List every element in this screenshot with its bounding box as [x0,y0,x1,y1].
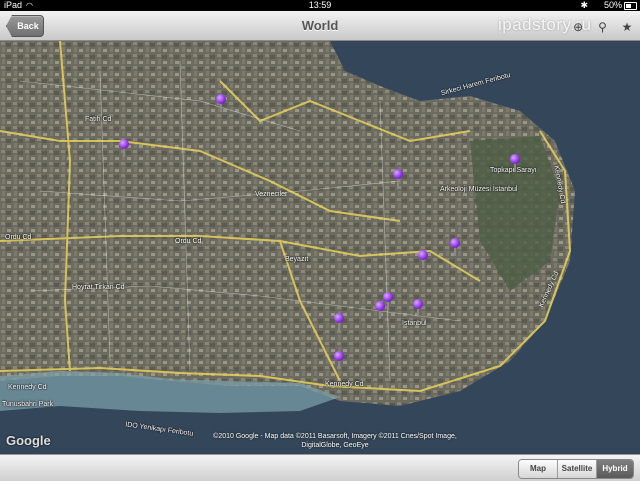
map-view[interactable]: Kennedy Cd Kennedy Cd Kennedy Cd Kennedy… [0,41,640,454]
map-type-hybrid-button[interactable]: Hybrid [597,460,633,478]
battery-icon [624,2,637,10]
map-label: Hoyrat Tirkan Cd [72,284,125,291]
nav-toolbar: ⊕ ⚲ ★ [565,18,634,36]
map-pin[interactable] [413,299,423,317]
map-type-map-button[interactable]: Map [519,460,558,478]
status-time: 13:59 [308,0,332,10]
map-pin[interactable] [393,169,403,187]
map-pin[interactable] [216,94,226,112]
locate-icon[interactable]: ⊕ [571,20,585,34]
map-label: Vezneciler [255,191,288,198]
google-logo: Google [6,433,51,448]
map-label: Arkeoloji Müzesi İstanbul [440,186,518,193]
status-bar: iPad ◠ 13:59 ✱ 50% [0,0,640,11]
map-label: Fatih Cd [85,116,112,123]
satellite-imagery [0,41,640,454]
map-label: İstanbul [402,320,427,327]
map-pin[interactable] [334,351,344,369]
map-type-satellite-button[interactable]: Satellite [558,460,597,478]
map-label: Kennedy Cd [8,384,47,391]
map-copyright: ©2010 Google - Map data ©2011 Basarsoft,… [213,433,457,449]
map-label: Kennedy Cd [325,381,364,388]
map-label: Tunusbahri Park [2,401,54,408]
map-type-bar: Map Satellite Hybrid [0,454,640,481]
map-label: Ordu Cd [5,234,32,241]
bluetooth-icon: ✱ [580,0,588,10]
map-pin[interactable] [119,139,129,157]
map-pin[interactable] [334,313,344,331]
map-label: Ordu Cd [175,238,202,245]
map-type-segmented-control: Map Satellite Hybrid [518,459,634,479]
map-pin[interactable] [375,301,385,319]
map-pin[interactable] [510,154,520,172]
map-pin[interactable] [418,250,428,268]
search-icon[interactable]: ⚲ [596,20,610,34]
battery-percent: 50% [603,0,622,10]
map-pin[interactable] [450,238,460,256]
navigation-bar: Back World ipadstory.ru ⊕ ⚲ ★ [0,11,640,41]
bookmark-star-icon[interactable]: ★ [620,20,634,34]
map-label: Beyazıt [285,256,309,263]
